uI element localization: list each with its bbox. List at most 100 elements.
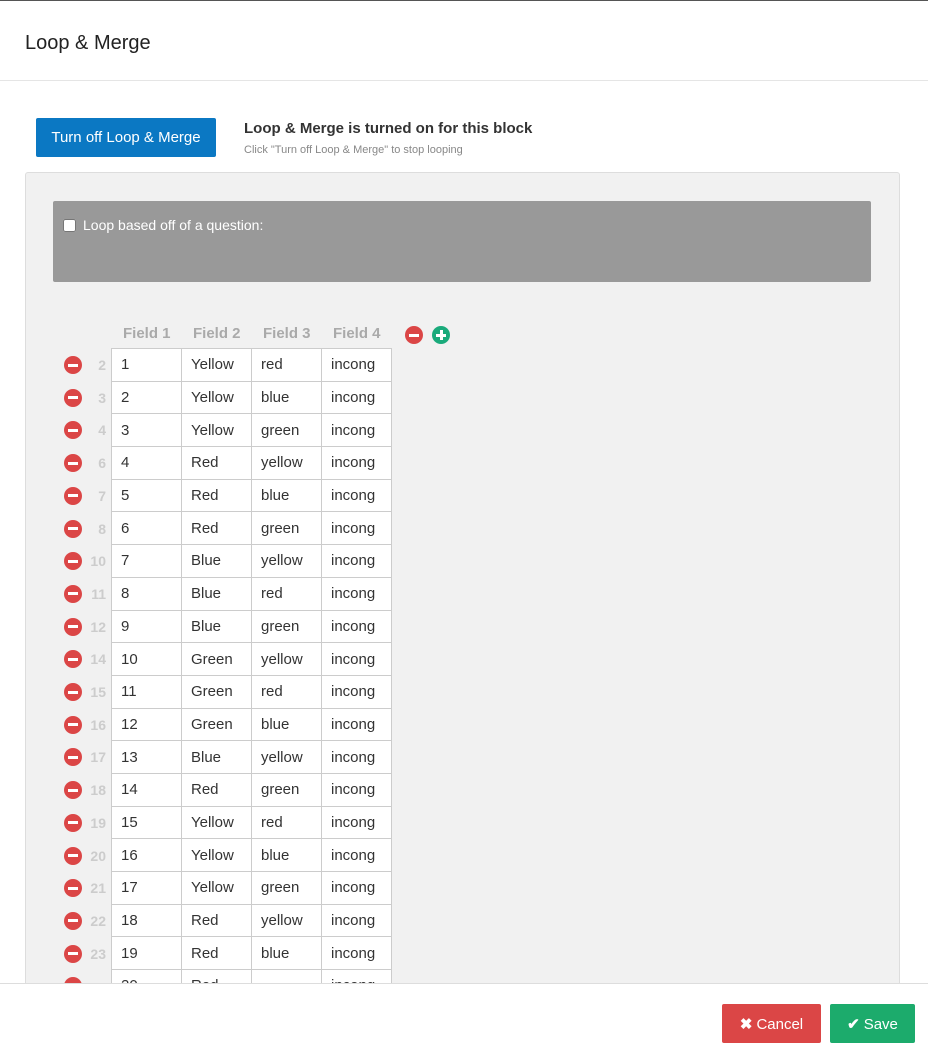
- cell-field-1[interactable]: 16: [111, 838, 182, 872]
- cell-field-4[interactable]: incong: [321, 609, 392, 644]
- cell-field-4[interactable]: incong: [321, 740, 392, 774]
- cell-field-1[interactable]: 14: [111, 772, 182, 807]
- remove-row-icon[interactable]: [64, 552, 82, 571]
- add-column-icon[interactable]: [432, 326, 450, 344]
- cell-field-2[interactable]: Blue: [181, 544, 252, 578]
- remove-row-icon[interactable]: [64, 486, 82, 505]
- remove-row-icon[interactable]: [64, 584, 82, 603]
- cell-field-4[interactable]: incong: [321, 707, 392, 742]
- cell-field-3[interactable]: green: [251, 511, 322, 546]
- remove-row-icon[interactable]: [64, 781, 82, 800]
- cell-field-1[interactable]: 3: [111, 413, 182, 448]
- cell-field-2[interactable]: Yellow: [181, 805, 252, 840]
- remove-row-icon[interactable]: [64, 421, 82, 440]
- remove-row-icon[interactable]: [64, 715, 82, 734]
- cell-field-3[interactable]: yellow: [251, 544, 322, 578]
- cell-field-1[interactable]: 8: [111, 576, 182, 611]
- remove-row-icon[interactable]: [64, 454, 82, 473]
- cell-field-2[interactable]: Blue: [181, 576, 252, 611]
- cell-field-2[interactable]: Red: [181, 903, 252, 938]
- cell-field-1[interactable]: 9: [111, 609, 182, 644]
- remove-row-icon[interactable]: [64, 846, 82, 865]
- remove-row-icon[interactable]: [64, 748, 82, 767]
- cell-field-4[interactable]: incong: [321, 413, 392, 448]
- cell-field-3[interactable]: red: [251, 674, 322, 709]
- cell-field-4[interactable]: incong: [321, 511, 392, 546]
- cell-field-4[interactable]: incong: [321, 642, 392, 676]
- cell-field-2[interactable]: Red: [181, 478, 252, 513]
- dialog-body[interactable]: Turn off Loop & Merge Loop & Merge is tu…: [0, 81, 928, 983]
- cell-field-4[interactable]: incong: [321, 969, 392, 983]
- cell-field-1[interactable]: 19: [111, 936, 182, 971]
- cell-field-1[interactable]: 17: [111, 871, 182, 905]
- remove-row-icon[interactable]: [64, 617, 82, 636]
- cell-field-3[interactable]: green: [251, 871, 322, 905]
- cell-field-3[interactable]: yellow: [251, 740, 322, 774]
- cell-field-2[interactable]: Blue: [181, 609, 252, 644]
- cell-field-1[interactable]: 11: [111, 674, 182, 709]
- remove-row-icon[interactable]: [64, 813, 82, 832]
- cell-field-2[interactable]: Yellow: [181, 348, 252, 382]
- cell-field-1[interactable]: 20: [111, 969, 182, 983]
- cell-field-3[interactable]: blue: [251, 936, 322, 971]
- cell-field-1[interactable]: 15: [111, 805, 182, 840]
- remove-row-icon[interactable]: [64, 356, 82, 374]
- remove-row-icon[interactable]: [64, 683, 82, 701]
- cell-field-4[interactable]: incong: [321, 380, 392, 415]
- cell-field-3[interactable]: red: [251, 805, 322, 840]
- cell-field-3[interactable]: green: [251, 413, 322, 448]
- cell-field-1[interactable]: 5: [111, 478, 182, 513]
- cell-field-4[interactable]: incong: [321, 576, 392, 611]
- cell-field-1[interactable]: 18: [111, 903, 182, 938]
- cell-field-1[interactable]: 4: [111, 446, 182, 480]
- cell-field-2[interactable]: Yellow: [181, 871, 252, 905]
- remove-row-icon[interactable]: [64, 519, 82, 538]
- cell-field-2[interactable]: Green: [181, 674, 252, 709]
- cell-field-2[interactable]: Red: [181, 969, 252, 983]
- cell-field-3[interactable]: green: [251, 609, 322, 644]
- cell-field-1[interactable]: 6: [111, 511, 182, 546]
- cell-field-1[interactable]: 13: [111, 740, 182, 774]
- cell-field-3[interactable]: red: [251, 348, 322, 382]
- cell-field-1[interactable]: 12: [111, 707, 182, 742]
- cell-field-2[interactable]: Red: [181, 511, 252, 546]
- cell-field-4[interactable]: incong: [321, 478, 392, 513]
- cell-field-4[interactable]: incong: [321, 544, 392, 578]
- cell-field-3[interactable]: yellow: [251, 903, 322, 938]
- cell-field-3[interactable]: blue: [251, 838, 322, 872]
- cell-field-2[interactable]: Yellow: [181, 838, 252, 872]
- cell-field-4[interactable]: incong: [321, 805, 392, 840]
- cell-field-3[interactable]: yellow: [251, 446, 322, 480]
- cell-field-4[interactable]: incong: [321, 674, 392, 709]
- cell-field-2[interactable]: Green: [181, 642, 252, 676]
- cell-field-1[interactable]: 10: [111, 642, 182, 676]
- remove-row-icon[interactable]: [64, 911, 82, 930]
- cell-field-4[interactable]: incong: [321, 348, 392, 382]
- loop-question-checkbox[interactable]: [63, 219, 76, 232]
- save-button[interactable]: ✔ Save: [830, 1004, 915, 1043]
- cell-field-1[interactable]: 1: [111, 348, 182, 382]
- cell-field-2[interactable]: Red: [181, 772, 252, 807]
- cell-field-3[interactable]: blue: [251, 380, 322, 415]
- cell-field-4[interactable]: incong: [321, 772, 392, 807]
- cell-field-4[interactable]: incong: [321, 903, 392, 938]
- cell-field-1[interactable]: 7: [111, 544, 182, 578]
- cell-field-3[interactable]: blue: [251, 478, 322, 513]
- cell-field-4[interactable]: incong: [321, 871, 392, 905]
- remove-column-icon[interactable]: [405, 326, 423, 344]
- cell-field-3[interactable]: green: [251, 772, 322, 807]
- cell-field-3[interactable]: [251, 969, 322, 983]
- cell-field-3[interactable]: red: [251, 576, 322, 611]
- remove-row-icon[interactable]: [64, 650, 82, 669]
- cell-field-2[interactable]: Blue: [181, 740, 252, 774]
- cancel-button[interactable]: ✖ Cancel: [722, 1004, 821, 1043]
- cell-field-3[interactable]: yellow: [251, 642, 322, 676]
- cell-field-4[interactable]: incong: [321, 838, 392, 872]
- cell-field-2[interactable]: Yellow: [181, 413, 252, 448]
- remove-row-icon[interactable]: [64, 879, 82, 898]
- remove-row-icon[interactable]: [64, 388, 82, 407]
- cell-field-2[interactable]: Yellow: [181, 380, 252, 415]
- cell-field-3[interactable]: blue: [251, 707, 322, 742]
- cell-field-1[interactable]: 2: [111, 380, 182, 415]
- cell-field-2[interactable]: Red: [181, 446, 252, 480]
